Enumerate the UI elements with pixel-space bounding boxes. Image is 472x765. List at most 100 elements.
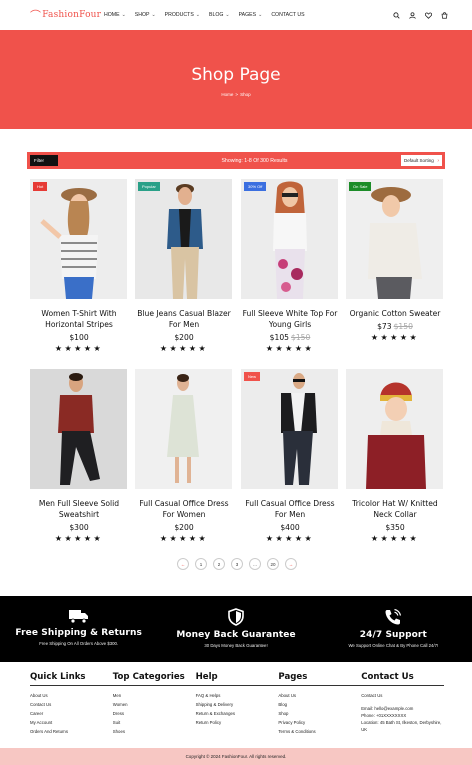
current-price: $400 <box>280 523 300 532</box>
product-name[interactable]: Organic Cotton Sweater <box>345 308 445 319</box>
footer-link[interactable]: Women <box>113 700 196 709</box>
old-price: $150 <box>291 333 311 342</box>
footer-link[interactable]: Return Policy <box>196 718 279 727</box>
footer-link[interactable]: About Us <box>278 691 361 700</box>
nav-contact[interactable]: CONTACT US <box>271 12 304 18</box>
nav-label: PRODUCTS <box>164 12 194 18</box>
product-name[interactable]: Blue Jeans Casual Blazer For Men <box>134 308 234 330</box>
page-button[interactable]: 3 <box>231 558 243 570</box>
model-photo-icon <box>167 184 203 299</box>
breadcrumb-home[interactable]: Home <box>221 92 233 97</box>
product-image[interactable] <box>135 369 232 489</box>
footer-link[interactable]: Shoes <box>113 727 196 736</box>
nav-blog[interactable]: BLOG ⌄ <box>209 12 230 18</box>
search-icon[interactable] <box>392 11 400 19</box>
nav-home[interactable]: HOME ⌄ <box>104 12 126 18</box>
footer-link[interactable]: About Us <box>30 691 113 700</box>
footer-link[interactable]: FAQ & Helps <box>196 691 279 700</box>
product-name[interactable]: Women T-Shirt With Horizontal Stripes <box>29 308 129 330</box>
product-badge: Popular <box>138 182 160 191</box>
footer-link[interactable]: Terms & Conditions <box>278 727 361 736</box>
product-card[interactable]: Men Full Sleeve Solid Sweatshirt $300 ★★… <box>29 369 129 543</box>
truck-icon <box>68 610 88 624</box>
prev-page-button[interactable]: ← <box>177 558 189 570</box>
rating-stars: ★★★★★ <box>54 344 104 353</box>
product-image[interactable]: Popular <box>135 179 232 299</box>
product-card[interactable]: Full Casual Office Dress For Women $200 … <box>134 369 234 543</box>
product-name[interactable]: Full Sleeve White Top For Young Girls <box>240 308 340 330</box>
footer-column-title: Pages <box>278 672 362 686</box>
product-badge: Hot <box>33 182 48 191</box>
footer-column-title: Help <box>195 672 279 686</box>
feature-title: Money Back Guarantee <box>176 630 296 640</box>
footer-link[interactable]: Contact Us <box>361 691 444 700</box>
rating-stars: ★★★★★ <box>159 344 209 353</box>
footer-link[interactable]: Shipping & Delivery <box>196 700 279 709</box>
user-icon[interactable] <box>408 11 416 19</box>
footer-link[interactable]: Suit <box>113 718 196 727</box>
product-image[interactable]: 30% Off <box>241 179 338 299</box>
product-name[interactable]: Tricolor Hat W/ Knitted Neck Collar <box>345 498 445 520</box>
footer-link[interactable]: Privacy Policy <box>278 718 361 727</box>
nav-label: BLOG <box>208 12 224 18</box>
footer-link[interactable]: Dress <box>113 709 196 718</box>
model-photo-icon <box>368 187 422 299</box>
footer-link[interactable]: Shop <box>278 709 361 718</box>
footer-link[interactable]: Men <box>113 691 196 700</box>
filter-button[interactable]: Filter <box>30 155 58 166</box>
chevron-right-icon: › <box>437 157 439 164</box>
feature-subtitle: We Support Online Chat & By Phone Call 2… <box>348 643 439 648</box>
footer-link[interactable]: Blog <box>278 700 361 709</box>
footer-link[interactable]: Orders And Returns <box>30 727 113 736</box>
contact-email[interactable]: Email: hello@example.com <box>361 705 444 712</box>
page-button[interactable]: 1 <box>195 558 207 570</box>
features-bar: Free Shipping & Returns Free Shipping On… <box>0 596 472 662</box>
pagination: ← 1 2 3 ... 20 → <box>177 558 297 570</box>
contact-location: Location: 45 Bath St, Ilkeston, Derbyshi… <box>361 720 442 732</box>
product-name[interactable]: Full Casual Office Dress For Women <box>134 498 234 520</box>
feature-item: Free Shipping & Returns Free Shipping On… <box>0 596 157 662</box>
footer-link[interactable]: My Account <box>30 718 113 727</box>
product-price: $105 $150 <box>240 333 340 342</box>
nav-products[interactable]: PRODUCTS ⌄ <box>165 12 200 18</box>
product-card[interactable]: Tricolor Hat W/ Knitted Neck Collar $350… <box>345 369 445 543</box>
footer-contact: Contact Us Contact Us Email: hello@examp… <box>361 672 444 744</box>
current-price: $100 <box>69 333 89 342</box>
product-image[interactable]: On Sale <box>346 179 443 299</box>
product-card[interactable]: On Sale Organic Cotton Sweater $73 $150 ★… <box>345 179 445 342</box>
feature-subtitle: Free Shipping On All Orders Above $300. <box>39 641 119 646</box>
contact-phone[interactable]: Phone: +01XXXXXXXX <box>361 712 444 719</box>
page-ellipsis: ... <box>249 558 261 570</box>
feature-subtitle: 30 Days Money Back Guarantee! <box>204 643 268 648</box>
heart-icon[interactable] <box>424 11 432 19</box>
product-card[interactable]: Hot Women T-Shirt With Horizontal Stripe… <box>29 179 129 353</box>
cart-icon[interactable] <box>440 11 448 19</box>
feature-item: Money Back Guarantee 30 Days Money Back … <box>157 596 314 662</box>
footer-link[interactable]: Return & Exchanges <box>196 709 279 718</box>
product-card[interactable]: Popular Blue Jeans Casual Blazer For Men… <box>134 179 234 353</box>
chevron-down-icon: ⌄ <box>121 12 126 18</box>
logo[interactable]: ⌒ FashionFour <box>30 7 104 23</box>
nav-shop[interactable]: SHOP ⌄ <box>135 12 156 18</box>
product-card[interactable]: New Full Casual Office Dress For Men $40… <box>240 369 340 543</box>
breadcrumb-current: Shop <box>240 91 251 97</box>
product-card[interactable]: 30% Off Full Sleeve White Top For Young … <box>240 179 340 353</box>
product-image[interactable] <box>346 369 443 489</box>
product-name[interactable]: Full Casual Office Dress For Men <box>240 498 340 520</box>
product-image[interactable]: Hot <box>30 179 127 299</box>
page-title: Shop Page <box>191 64 281 85</box>
sort-label: Default Sorting <box>404 158 434 163</box>
results-count: Showing: 1-8 Of 300 Results <box>221 157 288 164</box>
page-button[interactable]: 20 <box>267 558 279 570</box>
product-image[interactable] <box>30 369 127 489</box>
page-hero: Shop Page Home > Shop <box>0 30 472 129</box>
footer-link[interactable]: Career <box>30 709 113 718</box>
feature-title: Free Shipping & Returns <box>15 628 142 638</box>
product-image[interactable]: New <box>241 369 338 489</box>
nav-pages[interactable]: PAGES ⌄ <box>239 12 263 18</box>
footer-link[interactable]: Contact Us <box>30 700 113 709</box>
product-name[interactable]: Men Full Sleeve Solid Sweatshirt <box>29 498 129 520</box>
sort-select[interactable]: Default Sorting › <box>401 155 442 166</box>
page-button[interactable]: 2 <box>213 558 225 570</box>
next-page-button[interactable]: → <box>285 558 297 570</box>
